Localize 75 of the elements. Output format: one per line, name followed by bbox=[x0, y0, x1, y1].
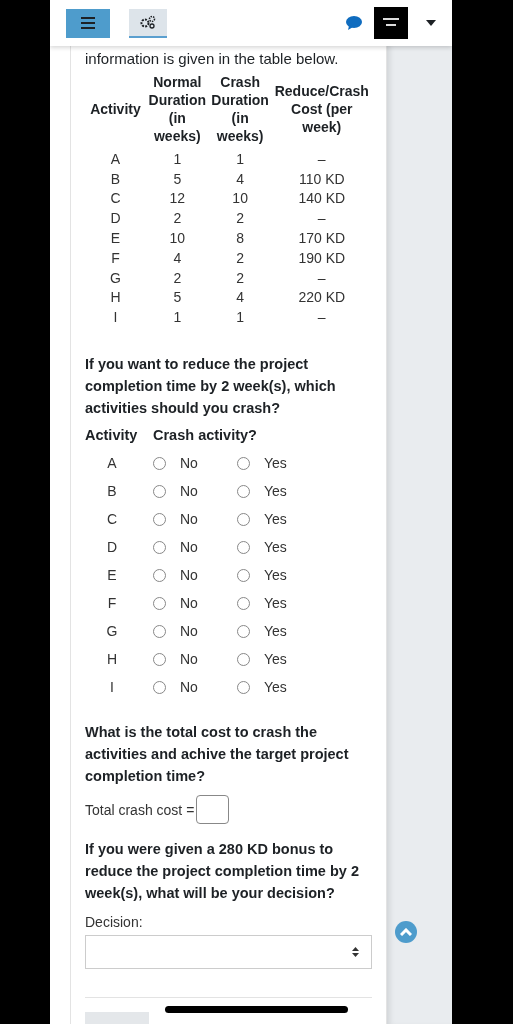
table-cell-text: 1 bbox=[172, 308, 183, 328]
table-cell-text: – bbox=[316, 268, 327, 288]
table-cell-text: 12 bbox=[168, 189, 187, 209]
table-cell-text: 10 bbox=[231, 189, 249, 209]
intro-text: information is given in the table below. bbox=[85, 50, 340, 67]
table-cell-text: B bbox=[109, 169, 122, 189]
table-cell-text: 190 KD bbox=[297, 248, 347, 268]
table-cell-text: 2 bbox=[172, 268, 183, 288]
activity-label: D bbox=[105, 539, 119, 556]
table-cell-text: G bbox=[109, 268, 122, 288]
table-cell-text: 2 bbox=[172, 209, 183, 229]
table-cell-text: D bbox=[109, 209, 122, 229]
question-text: If you want to reduce the project completion time by 2 week(s), which activities should you crash? bbox=[85, 355, 337, 419]
activity-label: B bbox=[106, 483, 118, 500]
table-cell-text: I bbox=[112, 308, 119, 328]
activity-label: I bbox=[109, 679, 115, 696]
question-text: If you were given a 280 KD bonus to reduce the project completion time by 2 week(s), what will be your decision? bbox=[85, 840, 360, 904]
radio-option[interactable]: Yes bbox=[237, 679, 307, 696]
table-cell-text: 4 bbox=[235, 288, 246, 308]
table-cell-text: F bbox=[110, 248, 121, 268]
table-cell-text: 110 KD bbox=[297, 169, 346, 189]
table-cell-text: 4 bbox=[235, 169, 246, 189]
table-cell-text: A bbox=[109, 149, 122, 169]
table-cell-text: – bbox=[316, 209, 327, 229]
table-cell-text: 10 bbox=[168, 229, 187, 248]
radio-option[interactable]: No bbox=[153, 483, 223, 500]
radio-option[interactable]: Yes bbox=[237, 623, 307, 640]
table-cell-text: 4 bbox=[172, 248, 183, 268]
table-cell-text: 2 bbox=[235, 248, 246, 268]
table-cell-text: 1 bbox=[172, 149, 183, 169]
table-cell-text: – bbox=[316, 308, 327, 328]
radio-option[interactable]: Yes bbox=[237, 483, 307, 500]
activity-label: E bbox=[106, 567, 118, 584]
table-cell-text: 5 bbox=[172, 288, 183, 308]
table-cell-text: 5 bbox=[172, 169, 183, 189]
table-cell-text: 8 bbox=[235, 229, 246, 248]
question-text: What is the total cost to crash the activities and achive the target project completion time? bbox=[85, 723, 350, 787]
radio-option[interactable]: Yes bbox=[237, 455, 307, 472]
radio-option[interactable]: Yes bbox=[237, 595, 307, 612]
activity-label: G bbox=[105, 623, 119, 640]
radio-option[interactable]: No bbox=[153, 455, 223, 472]
radio-option[interactable]: No bbox=[153, 539, 223, 556]
radio-option[interactable]: Yes bbox=[237, 567, 307, 584]
table-cell-text: H bbox=[109, 288, 122, 308]
radio-option[interactable]: No bbox=[153, 623, 223, 640]
table-cell-text: 1 bbox=[235, 149, 246, 169]
table-cell-text: – bbox=[316, 149, 327, 169]
radio-option[interactable]: No bbox=[153, 511, 223, 528]
radio-option[interactable]: No bbox=[153, 679, 223, 696]
column-header: Normal Duration (in weeks) bbox=[147, 73, 208, 146]
table-cell-text: 220 KD bbox=[297, 288, 347, 308]
table-cell-text: 1 bbox=[235, 308, 246, 328]
activity-label: H bbox=[105, 651, 119, 668]
column-header: Activity bbox=[89, 100, 142, 119]
table-cell-text: 2 bbox=[235, 209, 246, 229]
field-label: Decision: bbox=[85, 914, 144, 931]
radio-option[interactable]: No bbox=[153, 595, 223, 612]
table-cell-text: C bbox=[109, 189, 122, 209]
radio-option[interactable]: Yes bbox=[237, 511, 307, 528]
field-label: Total crash cost = bbox=[85, 801, 195, 818]
column-header: Reduce/Crash Cost (per week) bbox=[273, 82, 370, 137]
activity-label: C bbox=[105, 511, 119, 528]
table-cell-text: E bbox=[109, 229, 122, 248]
column-header: Crash activity? bbox=[153, 427, 257, 444]
radio-option[interactable]: Yes bbox=[237, 651, 307, 668]
column-header: Activity bbox=[85, 427, 139, 444]
table-cell-text: 2 bbox=[235, 268, 246, 288]
activity-label: F bbox=[106, 595, 118, 612]
radio-option[interactable]: No bbox=[153, 567, 223, 584]
radio-option[interactable]: Yes bbox=[237, 539, 307, 556]
column-header: Crash Duration (in weeks) bbox=[210, 73, 270, 146]
activity-label: A bbox=[106, 455, 118, 472]
table-cell-text: 140 KD bbox=[297, 189, 347, 209]
table-cell-text: 170 KD bbox=[297, 229, 347, 248]
radio-option[interactable]: No bbox=[153, 651, 223, 668]
